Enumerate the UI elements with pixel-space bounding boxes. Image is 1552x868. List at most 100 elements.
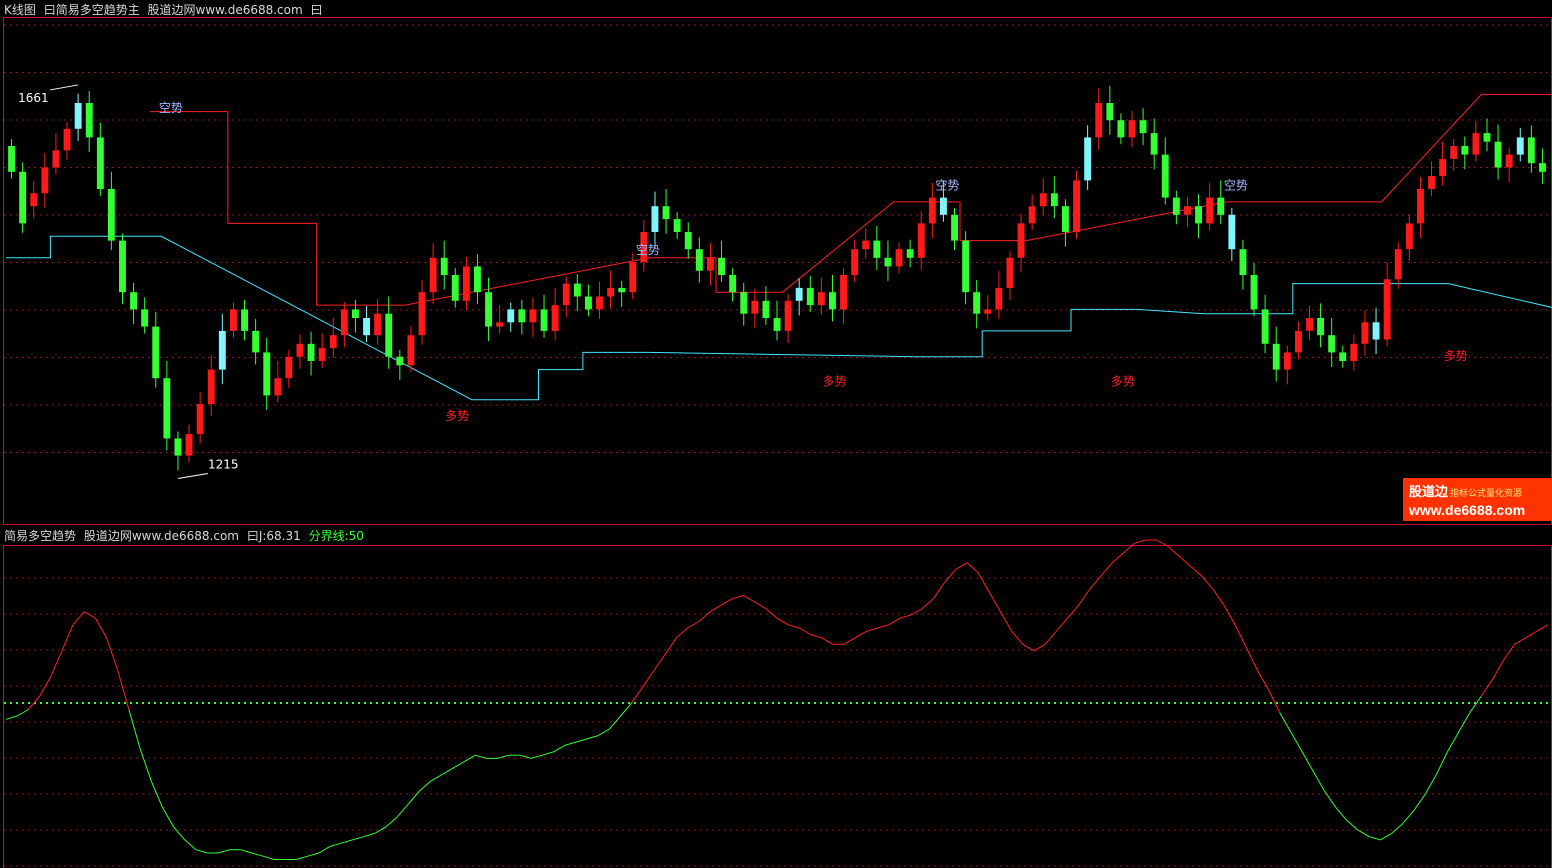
oscillator-segment (240, 849, 252, 854)
oscillator-segment (251, 852, 264, 857)
candle-body (751, 300, 759, 314)
oscillator-segment (307, 852, 320, 857)
oscillator-segment (799, 627, 811, 635)
oscillator-segment (262, 855, 275, 860)
oscillator-segment (1380, 832, 1392, 841)
candle-body (873, 240, 881, 258)
resistance-line (150, 93, 1552, 306)
candle-body (551, 305, 559, 331)
candle-body (496, 322, 504, 327)
main-indicator-name[interactable]: 曰简易多空趋势主 (44, 3, 140, 17)
candle-body (52, 150, 60, 168)
oscillator-segment (575, 738, 588, 743)
candle-body (1195, 206, 1202, 224)
oscillator-segment (318, 845, 331, 854)
candle-body (396, 356, 404, 366)
candle-body (729, 275, 737, 293)
candle-body (1527, 137, 1535, 164)
candle-body (1328, 335, 1336, 353)
oscillator-segment (1346, 820, 1359, 831)
candle-body (1306, 318, 1313, 331)
oscillator-segment (1055, 617, 1068, 632)
oscillator-segment (788, 624, 800, 629)
oscillator-segment (128, 709, 141, 749)
oscillator-segment (385, 816, 398, 828)
candle-body (141, 309, 149, 327)
candle-body (1073, 180, 1080, 232)
oscillator-segment (653, 653, 666, 671)
long-trend-label: 多势 (445, 409, 469, 423)
oscillator-segment (866, 627, 878, 632)
oscillator-segment (720, 598, 733, 606)
oscillator-segment (966, 562, 979, 573)
boundary-value: 50 (348, 529, 364, 543)
oscillator-segment (218, 849, 230, 854)
oscillator-segment (475, 754, 487, 759)
oscillator-segment (1134, 539, 1146, 544)
oscillator-segment (39, 676, 52, 697)
oscillator-segment (1178, 555, 1191, 567)
candle-body (928, 197, 936, 224)
main-indicator-site: 股道边网www.de6688.com (147, 3, 303, 17)
candle-body (474, 266, 481, 293)
candle-body (318, 348, 326, 361)
candle-body (984, 309, 992, 314)
oscillator-segment (452, 761, 465, 769)
oscillator-segment (553, 744, 565, 753)
oscillator-segment (1279, 712, 1292, 733)
candle-body (973, 292, 981, 314)
candle-body (1228, 214, 1236, 250)
long-trend-label: 多势 (1111, 375, 1135, 389)
candle-body (363, 318, 370, 336)
watermark-url: www.de6688.com (1409, 502, 1526, 518)
oscillator-segment (1435, 751, 1448, 775)
candle-body (85, 103, 93, 138)
candle-body (285, 356, 293, 379)
candle-body (851, 249, 859, 275)
oscillator-segment (977, 572, 990, 593)
candle-body (8, 146, 15, 172)
oscillator-segment (83, 611, 96, 619)
candle-body (1095, 103, 1103, 138)
chart-type-label[interactable]: K线图 (4, 3, 36, 17)
oscillator-segment (61, 624, 74, 651)
oscillator-segment (1223, 604, 1236, 626)
oscillator-segment (1000, 611, 1013, 632)
oscillator-segment (1536, 624, 1549, 632)
candle-body (1372, 322, 1380, 340)
candle-body (152, 326, 160, 379)
candle-body (1128, 120, 1136, 138)
oscillator-segment (161, 807, 175, 828)
oscillator-segment (1044, 630, 1057, 645)
oscillator-segment (1469, 696, 1482, 714)
candle-body (1405, 223, 1413, 250)
candle-body (829, 292, 836, 310)
candle-body (895, 249, 903, 267)
oscillator-segment (352, 836, 364, 841)
candle-body (806, 287, 814, 306)
candle-body (218, 330, 226, 370)
candle-body (884, 257, 892, 267)
oscillator-segment (16, 709, 29, 717)
candle-body (1062, 206, 1069, 232)
candle-body (1039, 193, 1047, 207)
candle-body (773, 318, 781, 331)
short-trend-label: 空势 (636, 243, 660, 257)
candle-body (695, 249, 703, 271)
oscillator-segment (1402, 810, 1415, 824)
candle-body (1450, 146, 1458, 159)
oscillator-segment (765, 608, 778, 619)
sub-indicator-name[interactable]: 简易多空趋势 (4, 529, 76, 543)
chart-canvas[interactable]: 16611215空势空势空势空势空势空势多势多势多势多势多势 (0, 0, 1552, 868)
oscillator-segment (609, 715, 621, 730)
candle-body (962, 240, 970, 293)
candle-body (1261, 309, 1269, 344)
candle-body (1250, 275, 1258, 310)
main-indicator-suffix[interactable]: 曰 (311, 3, 323, 17)
oscillator-segment (921, 598, 934, 609)
candle-body (307, 343, 315, 361)
oscillator-segment (139, 748, 152, 782)
candle-body (1139, 120, 1147, 134)
candle-body (585, 296, 592, 310)
candle-body (518, 309, 526, 323)
